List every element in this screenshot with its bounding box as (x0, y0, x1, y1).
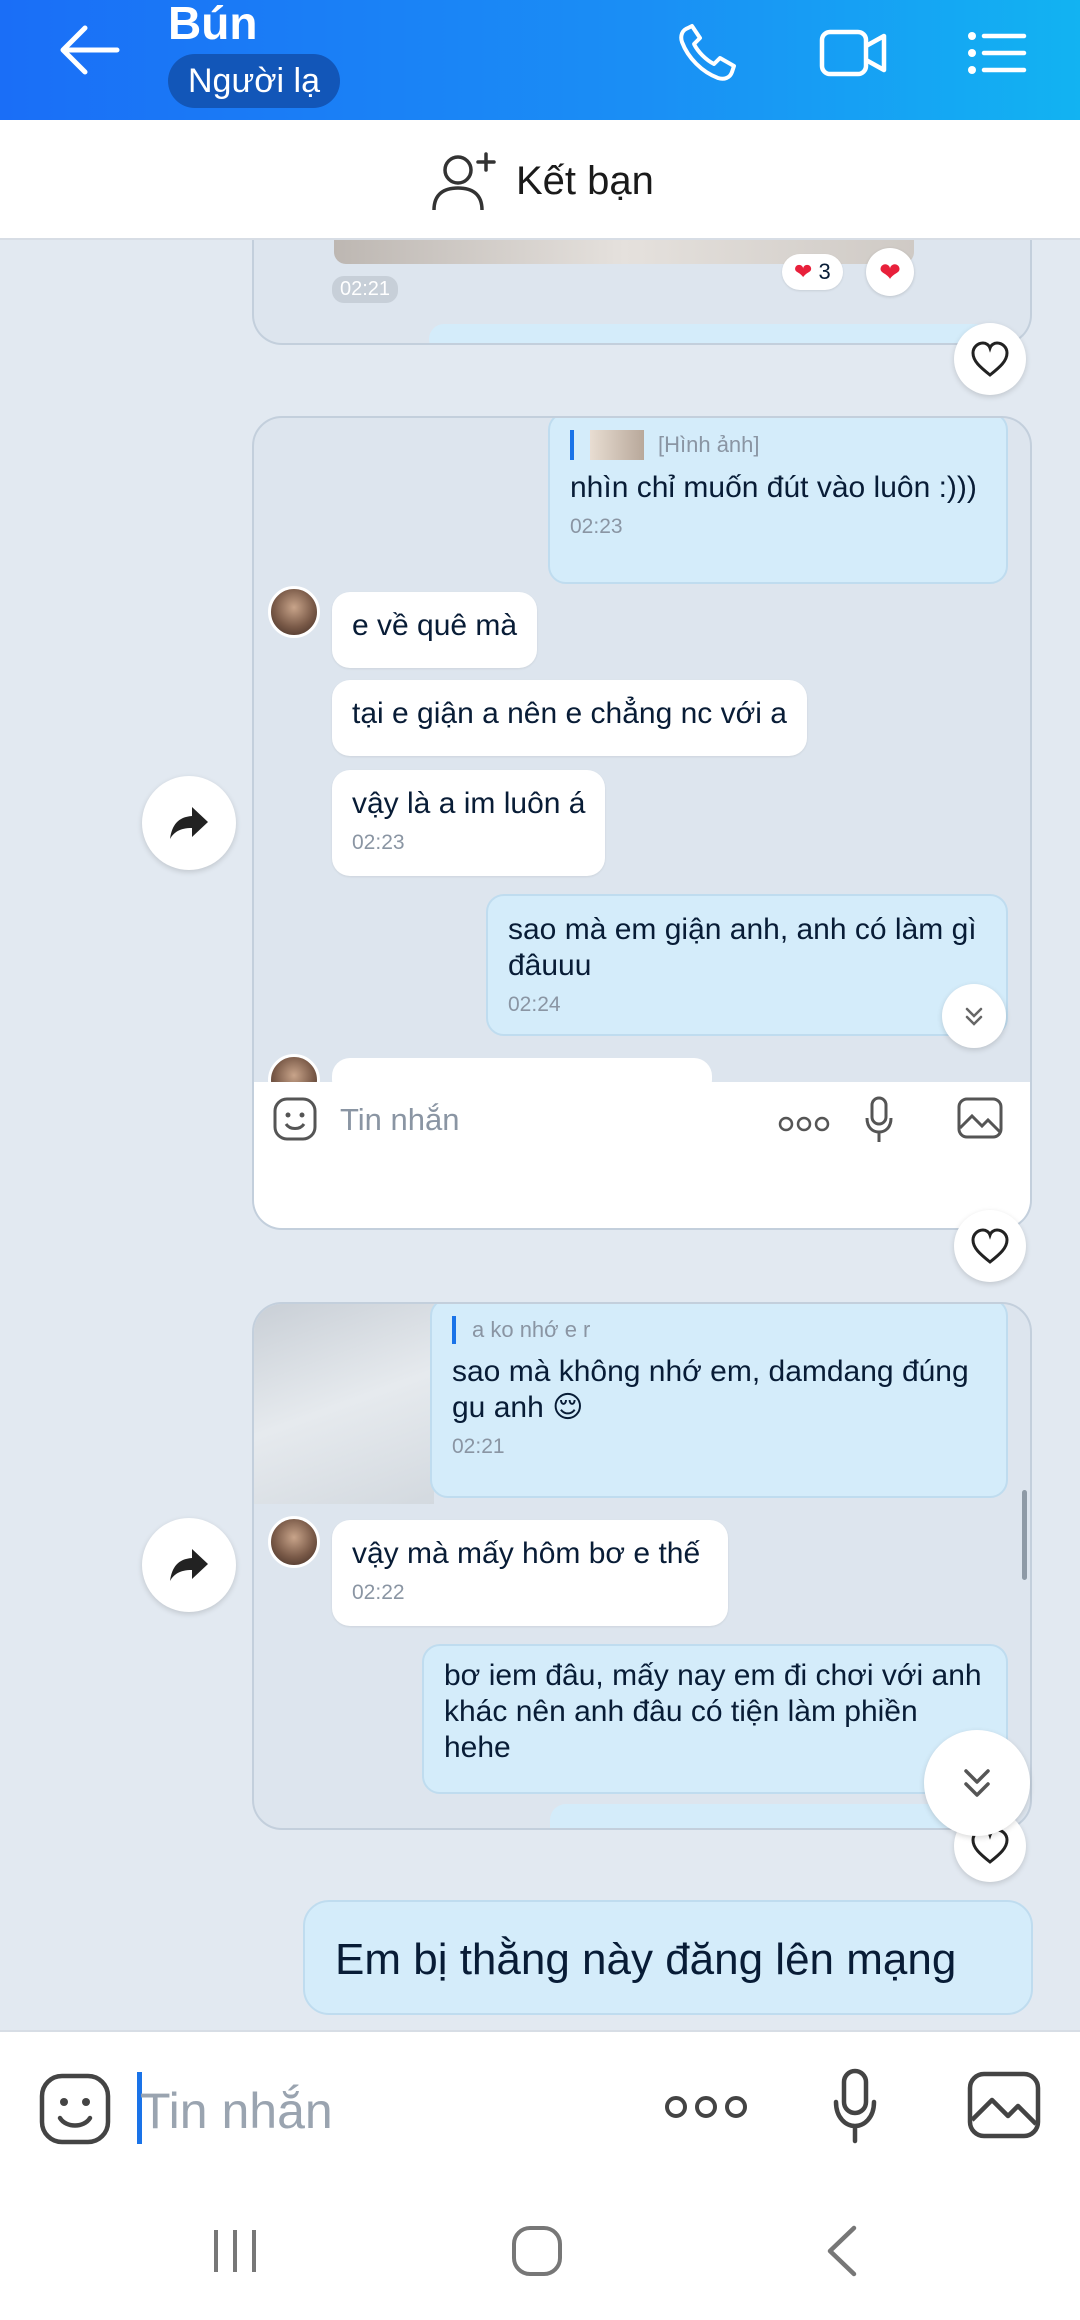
forward-button[interactable] (142, 1518, 236, 1612)
stranger-badge: Người lạ (168, 54, 340, 108)
image-picker-icon[interactable] (956, 1096, 1004, 1145)
more-options-icon[interactable] (778, 1114, 830, 1139)
quoted-image-thumb (590, 430, 644, 460)
add-friend-button[interactable]: Kết bạn (430, 146, 654, 216)
screenshot-card-3: a ko nhớ e r sao mà không nhớ em, damdan… (252, 1302, 1032, 1830)
incoming-message[interactable]: vậy là a im luôn á 02:23 (332, 770, 606, 876)
message-text: vậy là a im luôn á (352, 787, 586, 820)
home-icon[interactable] (510, 2224, 564, 2283)
blurred-image (254, 1304, 434, 1504)
more-options-icon[interactable] (664, 2092, 748, 2127)
outgoing-message[interactable]: a ko nhớ e r sao mà không nhớ em, damdan… (430, 1304, 1008, 1498)
message-time: 02:23 (352, 831, 405, 854)
incoming-message[interactable]: e về quê mà (332, 592, 538, 668)
message-input[interactable]: Tin nhắn (140, 2082, 333, 2140)
contact-avatar[interactable] (268, 586, 320, 638)
message-text: tại e giận a nên e chẳng nc với a (352, 697, 787, 730)
add-friend-icon (432, 152, 496, 211)
message-text: vậy mà mấy hôm bơ e thế (352, 1537, 701, 1570)
reply-quote-text: a ko nhớ e r (452, 1316, 986, 1344)
reply-quote-text: [Hình ảnh] (658, 432, 760, 457)
time-pill: 02:21 (332, 276, 399, 303)
incoming-message[interactable]: vậy mà mấy hôm bơ e thế 02:22 (332, 1520, 728, 1626)
message-time: 02:24 (508, 993, 561, 1016)
back-arrow-icon[interactable] (55, 20, 125, 80)
chat-header: Bún Người lạ (0, 0, 1080, 120)
message-text: e về quê mà (352, 609, 518, 642)
emoji-icon[interactable] (272, 1096, 318, 1147)
contact-name[interactable]: Bún (168, 0, 257, 50)
reply-quote: [Hình ảnh] (570, 430, 986, 460)
phone-icon[interactable] (672, 20, 744, 86)
message-text: nhìn chỉ muốn đút vào luôn :))) (570, 471, 977, 504)
outgoing-message[interactable]: Em bị thằng này đăng lên mạng (303, 1900, 1033, 2015)
message-time: 02:22 (352, 1581, 405, 1604)
scroll-down-button[interactable] (942, 984, 1006, 1048)
recent-apps-icon[interactable] (210, 2226, 260, 2281)
list-menu-icon[interactable] (962, 20, 1034, 86)
message-input-bar: Tin nhắn (0, 2030, 1080, 2180)
emoji-icon[interactable] (38, 2072, 112, 2151)
message-text: sao mà không nhớ em, damdang đúng gu anh… (452, 1355, 969, 1424)
screenshot-card-1: 02:21 ❤ 3 ❤ (252, 240, 1032, 345)
microphone-icon[interactable] (864, 1096, 894, 1149)
reaction-count: ❤ 3 (782, 254, 843, 290)
message-text: sao mà em giận anh, anh có làm gì đâuuu (508, 913, 977, 982)
heart-reaction-icon: ❤ (794, 259, 813, 284)
microphone-icon[interactable] (832, 2068, 878, 2149)
add-friend-bar: Kết bạn (0, 120, 1080, 240)
message-input[interactable]: Tin nhắn (340, 1102, 460, 1138)
message-text: bơ iem đâu, mấy nay em đi chơi với anh k… (444, 1659, 982, 1764)
outgoing-message[interactable]: [Hình ảnh] nhìn chỉ muốn đút vào luôn :)… (548, 418, 1008, 584)
like-heart-button[interactable] (954, 1210, 1026, 1282)
scrollbar[interactable] (1022, 1490, 1027, 1580)
contact-avatar[interactable] (268, 1516, 320, 1568)
outgoing-message[interactable]: sao mà em giận anh, anh có làm gì đâuuu … (486, 894, 1008, 1036)
incoming-message[interactable]: tại e giận a nên e chẳng nc với a (332, 680, 807, 756)
next-bubble-edge (429, 324, 989, 343)
scroll-to-bottom-button[interactable] (924, 1730, 1030, 1836)
message-time: 02:23 (570, 515, 623, 538)
like-heart-button[interactable] (954, 323, 1026, 395)
message-input-bar: Tin nhắn (254, 1082, 1030, 1228)
message-time: 02:21 (452, 1435, 505, 1458)
back-icon[interactable] (822, 2224, 862, 2283)
outgoing-message[interactable]: bơ iem đâu, mấy nay em đi chơi với anh k… (422, 1644, 1008, 1794)
screenshot-card-2: [Hình ảnh] nhìn chỉ muốn đút vào luôn :)… (252, 416, 1032, 1230)
image-picker-icon[interactable] (966, 2070, 1042, 2145)
heart-reaction-button[interactable]: ❤ (866, 248, 914, 296)
forward-button[interactable] (142, 776, 236, 870)
system-navigation-bar (0, 2180, 1080, 2320)
reaction-count-value: 3 (818, 259, 831, 284)
add-friend-label: Kết bạn (516, 158, 654, 203)
video-camera-icon[interactable] (818, 20, 890, 86)
next-bubble-edge (550, 1804, 990, 1828)
